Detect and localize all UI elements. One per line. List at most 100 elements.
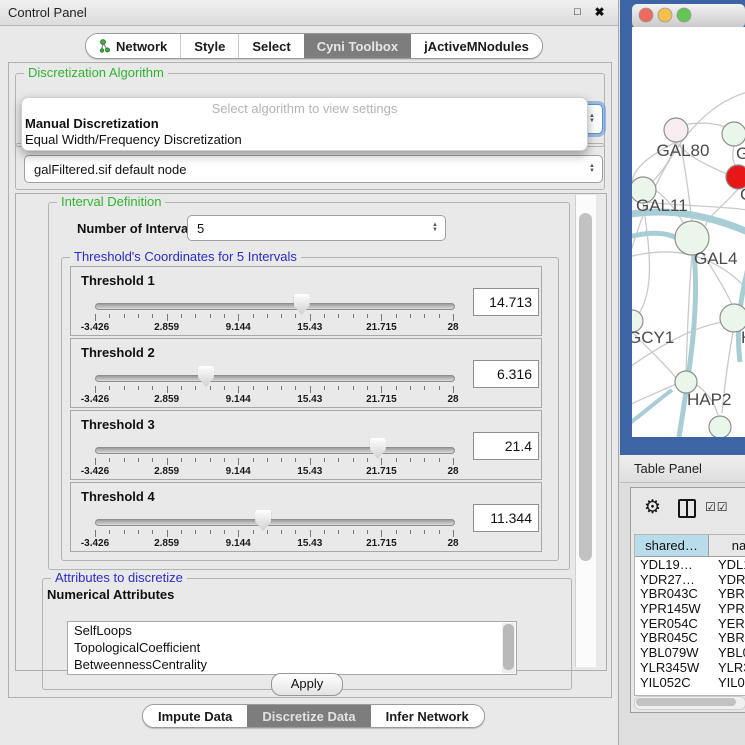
- threshold-row: Threshold 2 -3.4262.8599.14415.4321.7152…: [70, 338, 542, 408]
- zoom-traffic-light-icon[interactable]: [677, 8, 691, 22]
- tick-mark: [410, 314, 411, 318]
- tick-mark: [295, 386, 296, 390]
- attribute-item[interactable]: BetweennessCentrality: [68, 656, 516, 673]
- panel-scrollbar[interactable]: [575, 195, 596, 667]
- tick-mark: [310, 386, 311, 393]
- network-node-g[interactable]: [722, 122, 745, 146]
- tick-mark: [238, 458, 239, 465]
- tick-mark: [439, 386, 440, 390]
- table-row[interactable]: YBR043CYBR0: [635, 586, 745, 601]
- table-cell: YER0: [713, 616, 745, 631]
- threshold-slider-track[interactable]: [95, 447, 455, 454]
- top-tab-cyni-toolbox[interactable]: Cyni Toolbox: [304, 34, 411, 58]
- table-row[interactable]: YBL079WYBL0: [635, 645, 745, 660]
- attribute-item[interactable]: SelfLoops: [68, 622, 516, 639]
- top-tab-jactivemnodules[interactable]: jActiveMNodules: [411, 34, 542, 58]
- control-panel-titlebar: Control Panel □ ✖: [0, 0, 618, 26]
- tick-mark: [224, 530, 225, 534]
- table-column-header[interactable]: shared…: [635, 535, 709, 556]
- tick-mark: [138, 386, 139, 390]
- tick-mark: [439, 458, 440, 462]
- top-tab-network[interactable]: Network: [86, 34, 180, 58]
- algorithm-option-manual[interactable]: Manual Discretization: [25, 116, 159, 131]
- attribute-item[interactable]: TopologicalCoefficient: [68, 639, 516, 656]
- table-data-value: galFiltered.sif default node: [34, 162, 186, 177]
- threshold-row: Threshold 3 -3.4262.8599.14415.4321.7152…: [70, 410, 542, 480]
- network-node-label: GCY1: [628, 328, 674, 347]
- tick-mark: [124, 530, 125, 534]
- combo-stepper-icon: ▲▼: [589, 156, 595, 182]
- axis-tick-label: 21.715: [366, 394, 397, 405]
- table-data-combobox[interactable]: galFiltered.sif default node ▲▼: [24, 155, 603, 183]
- panel-scrollbar-thumb[interactable]: [579, 213, 592, 561]
- threshold-value-field[interactable]: 14.713: [473, 288, 539, 316]
- axis-tick-label: 28: [447, 394, 458, 405]
- tick-mark: [410, 530, 411, 534]
- network-node-label: GAL4: [694, 249, 737, 268]
- minimize-traffic-light-icon[interactable]: [658, 8, 672, 22]
- threshold-label: Threshold 4: [81, 489, 155, 504]
- table-row[interactable]: YDR27…YDR2: [635, 572, 745, 587]
- table-row[interactable]: YBR045CYBR0: [635, 630, 745, 645]
- threshold-slider-track[interactable]: [95, 519, 455, 526]
- tick-mark: [195, 458, 196, 462]
- tick-mark: [210, 530, 211, 534]
- tick-mark: [210, 458, 211, 462]
- table-hscrollbar[interactable]: [634, 696, 745, 710]
- axis-tick-label: 9.144: [226, 322, 251, 333]
- top-tab-label: Network: [116, 39, 167, 54]
- threshold-slider-track[interactable]: [95, 303, 455, 310]
- threshold-value-field[interactable]: 21.4: [473, 432, 539, 460]
- bottom-tab-discretize-data[interactable]: Discretize Data: [247, 705, 370, 727]
- threshold-slider-thumb[interactable]: [198, 366, 214, 387]
- table-row[interactable]: YLR345WYLR3: [635, 660, 745, 675]
- tick-mark: [181, 386, 182, 390]
- tick-mark: [295, 530, 296, 534]
- tick-mark: [310, 530, 311, 537]
- close-window-icon[interactable]: ✖: [591, 4, 608, 21]
- tick-mark: [152, 314, 153, 318]
- threshold-value-field[interactable]: 6.316: [473, 360, 539, 388]
- bottom-tab-impute-data[interactable]: Impute Data: [143, 705, 247, 727]
- algorithm-option-equal-width[interactable]: Equal Width/Frequency Discretization: [25, 132, 242, 147]
- table-row[interactable]: YIL052CYIL0: [635, 675, 745, 690]
- gear-icon[interactable]: ⚙: [644, 496, 661, 519]
- numerical-attributes-list[interactable]: SelfLoopsTopologicalCoefficientBetweenne…: [67, 621, 517, 675]
- select-checkboxes-icon[interactable]: ☑☑: [705, 500, 729, 514]
- threshold-slider-track[interactable]: [95, 375, 455, 382]
- network-view-window[interactable]: GAL80GCGAL11GAL4GCY1HHAP2: [620, 0, 745, 455]
- tick-mark: [95, 314, 96, 321]
- number-of-intervals-combobox[interactable]: 5 ▲▼: [187, 215, 446, 241]
- traffic-light-buttons: [639, 8, 691, 22]
- apply-button[interactable]: Apply: [271, 673, 343, 696]
- top-tab-select[interactable]: Select: [238, 34, 303, 58]
- table-column-header[interactable]: na: [709, 535, 745, 556]
- table-row[interactable]: YPR145WYPR1: [635, 601, 745, 616]
- tick-mark: [138, 314, 139, 318]
- bottom-tab-infer-network[interactable]: Infer Network: [371, 705, 484, 727]
- network-node-gal80[interactable]: [664, 118, 688, 142]
- attributes-scrollbar-thumb[interactable]: [503, 624, 514, 670]
- table-row[interactable]: YER054CYER0: [635, 616, 745, 631]
- table-cell: YBL079W: [635, 645, 713, 660]
- threshold-slider-thumb[interactable]: [370, 438, 386, 459]
- tick-mark: [439, 530, 440, 534]
- float-window-icon[interactable]: □: [569, 4, 586, 21]
- network-node[interactable]: [709, 416, 731, 438]
- axis-tick-label: 15.43: [297, 394, 322, 405]
- close-traffic-light-icon[interactable]: [639, 8, 653, 22]
- axis-tick-label: 2.859: [154, 466, 179, 477]
- threshold-slider-thumb[interactable]: [255, 510, 271, 531]
- threshold-slider-thumb[interactable]: [294, 294, 310, 315]
- columns-icon[interactable]: [678, 499, 696, 518]
- table-row[interactable]: YDL19…YDL1: [635, 557, 745, 572]
- threshold-slider-ticks: [95, 458, 454, 466]
- table-hscrollbar-thumb[interactable]: [636, 698, 736, 706]
- top-tab-style[interactable]: Style: [180, 34, 238, 58]
- threshold-value-field[interactable]: 11.344: [473, 504, 539, 532]
- tick-mark: [324, 386, 325, 390]
- tick-mark: [109, 530, 110, 534]
- tick-mark: [424, 314, 425, 318]
- attributes-scrollbar[interactable]: [502, 623, 515, 673]
- threshold-slider-ticks: [95, 314, 454, 322]
